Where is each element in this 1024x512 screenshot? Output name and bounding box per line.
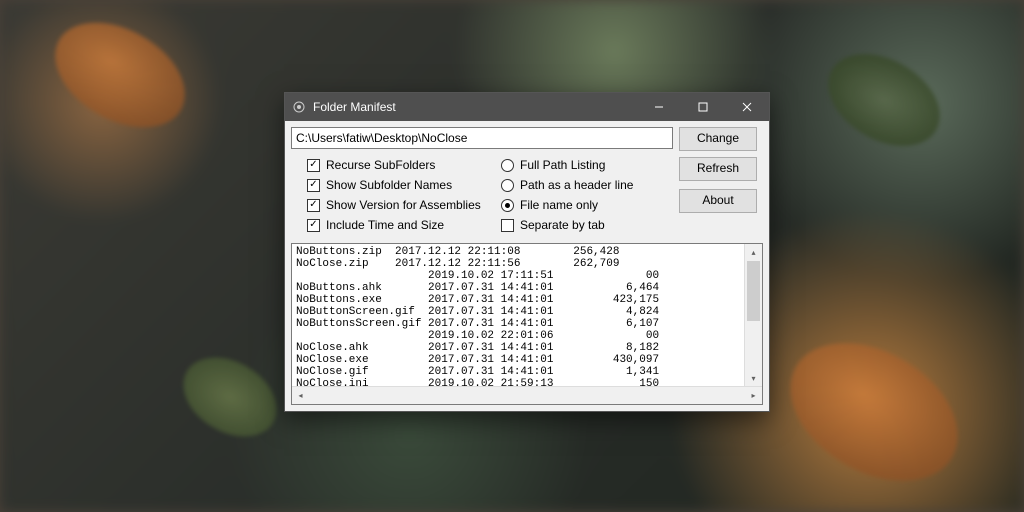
option-recurse[interactable]: ✓ Recurse SubFolders bbox=[307, 155, 485, 175]
checkbox-timesize[interactable]: ✓ bbox=[307, 219, 320, 232]
about-button[interactable]: About bbox=[679, 189, 757, 213]
option-subnames[interactable]: ✓ Show Subfolder Names bbox=[307, 175, 485, 195]
option-label: Include Time and Size bbox=[326, 218, 444, 232]
scroll-up-icon[interactable]: ▴ bbox=[745, 244, 762, 261]
option-version[interactable]: ✓ Show Version for Assemblies bbox=[307, 195, 485, 215]
change-button[interactable]: Change bbox=[679, 127, 757, 151]
radio-fullpath[interactable] bbox=[501, 159, 514, 172]
radio-header[interactable] bbox=[501, 179, 514, 192]
scroll-right-icon[interactable]: ▸ bbox=[745, 387, 762, 404]
folder-path-input[interactable] bbox=[291, 127, 673, 149]
vertical-scrollbar[interactable]: ▴ ▾ bbox=[744, 244, 762, 387]
option-label: Full Path Listing bbox=[520, 158, 605, 172]
scroll-left-icon[interactable]: ◂ bbox=[292, 387, 309, 404]
close-button[interactable] bbox=[725, 93, 769, 121]
app-icon bbox=[291, 99, 307, 115]
checkbox-recurse[interactable]: ✓ bbox=[307, 159, 320, 172]
radio-fname[interactable] bbox=[501, 199, 514, 212]
app-window: Folder Manifest Change ✓ Recurse SubFolde… bbox=[284, 92, 770, 412]
minimize-button[interactable] bbox=[637, 93, 681, 121]
titlebar[interactable]: Folder Manifest bbox=[285, 93, 769, 121]
option-label: Show Subfolder Names bbox=[326, 178, 452, 192]
checkbox-version[interactable]: ✓ bbox=[307, 199, 320, 212]
option-header[interactable]: Path as a header line bbox=[501, 175, 679, 195]
scroll-thumb[interactable] bbox=[747, 261, 760, 321]
options-left: ✓ Recurse SubFolders ✓ Show Subfolder Names… bbox=[291, 151, 485, 239]
option-label: Recurse SubFolders bbox=[326, 158, 435, 172]
option-septab[interactable]: Separate by tab bbox=[501, 215, 679, 235]
option-label: File name only bbox=[520, 198, 598, 212]
refresh-button[interactable]: Refresh bbox=[679, 157, 757, 181]
option-label: Path as a header line bbox=[520, 178, 633, 192]
scroll-down-icon[interactable]: ▾ bbox=[745, 370, 762, 387]
listing-box: NoButtons.zip 2017.12.12 22:11:08 256,42… bbox=[291, 243, 763, 405]
checkbox-subnames[interactable]: ✓ bbox=[307, 179, 320, 192]
option-fullpath[interactable]: Full Path Listing bbox=[501, 155, 679, 175]
maximize-button[interactable] bbox=[681, 93, 725, 121]
checkbox-septab[interactable] bbox=[501, 219, 514, 232]
options-right: Full Path Listing Path as a header line Fi… bbox=[485, 151, 679, 239]
listing-text[interactable]: NoButtons.zip 2017.12.12 22:11:08 256,42… bbox=[292, 244, 762, 404]
option-fname[interactable]: File name only bbox=[501, 195, 679, 215]
option-label: Separate by tab bbox=[520, 218, 605, 232]
window-title: Folder Manifest bbox=[313, 100, 637, 114]
option-timesize[interactable]: ✓ Include Time and Size bbox=[307, 215, 485, 235]
option-label: Show Version for Assemblies bbox=[326, 198, 481, 212]
client-area: Change ✓ Recurse SubFolders ✓ Show Subfolde… bbox=[285, 121, 769, 411]
horizontal-scrollbar[interactable]: ◂ ▸ bbox=[292, 386, 762, 404]
